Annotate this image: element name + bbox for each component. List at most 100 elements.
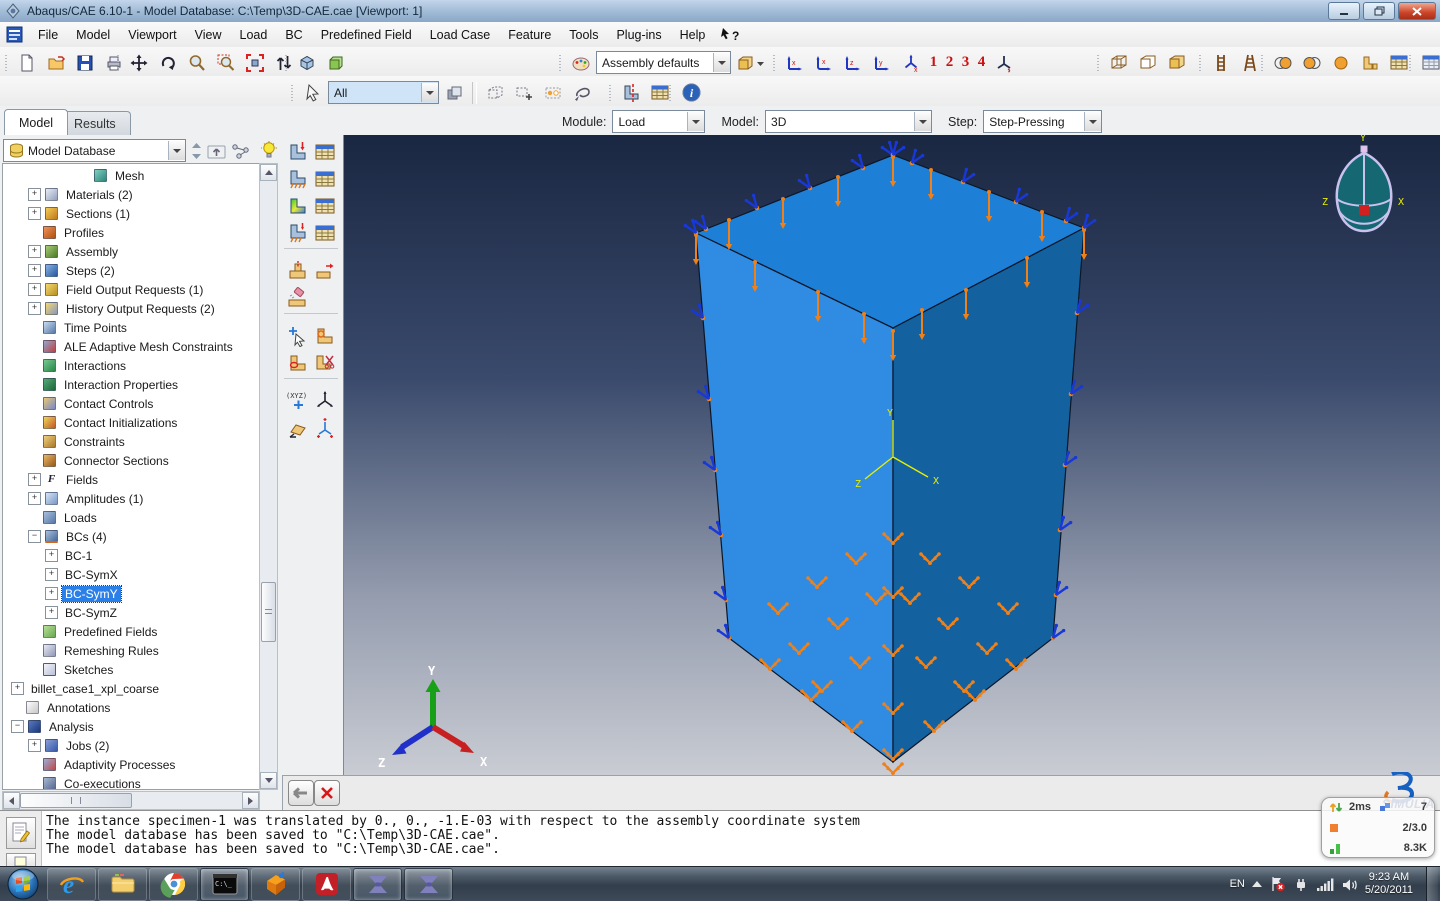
tree-item-label[interactable]: Sections (1) — [63, 206, 133, 222]
tree-item-label[interactable]: Sketches — [61, 662, 116, 678]
tree-item-label[interactable]: Materials (2) — [63, 187, 136, 203]
model-tree[interactable]: Mesh+Materials (2)+Sections (1)Profiles+… — [2, 163, 260, 790]
toolbar-grip[interactable] — [290, 83, 294, 103]
menu-tools[interactable]: Tools — [560, 25, 607, 45]
tree-item-label[interactable]: BC-1 — [62, 548, 95, 564]
tree-item-label[interactable]: Loads — [61, 510, 100, 526]
toolbar-grip[interactable] — [1260, 53, 1264, 73]
fit-view-button[interactable] — [241, 49, 269, 76]
tree-item-label[interactable]: Connector Sections — [61, 453, 172, 469]
tree-item-label[interactable]: Contact Controls — [61, 396, 156, 412]
tree-item-amplitudes-1[interactable]: +Amplitudes (1) — [3, 489, 259, 508]
menu-bc[interactable]: BC — [276, 25, 311, 45]
tree-item-co-executions[interactable]: Co-executions — [3, 774, 259, 790]
tree-item-sketches[interactable]: Sketches — [3, 660, 259, 679]
tree-item-mesh[interactable]: Mesh — [3, 166, 259, 185]
minimize-button[interactable] — [1328, 2, 1360, 20]
power-plug-icon[interactable] — [1293, 876, 1309, 892]
tree-item-label[interactable]: BCs (4) — [63, 529, 110, 545]
expand-toggle[interactable]: + — [28, 473, 41, 486]
step-combobox[interactable]: Step-Pressing — [983, 110, 1102, 133]
tree-item-label[interactable]: BC-SymZ — [62, 605, 120, 621]
taskbar-clock[interactable]: 9:23 AM 5/20/2011 — [1365, 871, 1413, 897]
model-combobox[interactable]: 3D — [765, 110, 932, 133]
view-2-button[interactable]: 2 — [942, 54, 957, 71]
menu-view[interactable]: View — [186, 25, 231, 45]
scroll-left-button[interactable] — [3, 792, 20, 809]
language-indicator[interactable]: EN — [1230, 878, 1245, 890]
network-signal-icon[interactable] — [1316, 877, 1334, 892]
create-cut-button[interactable] — [617, 79, 645, 106]
tree-item-label[interactable]: Interaction Properties — [61, 377, 181, 393]
shaded-render-button[interactable] — [1163, 49, 1191, 76]
tree-item-label[interactable]: BC-SymX — [62, 567, 121, 583]
toolbar-grip[interactable] — [1408, 53, 1412, 73]
tree-item-bc-symx[interactable]: + BC-SymX — [3, 565, 259, 584]
tree-item-label[interactable]: billet_case1_xpl_coarse — [28, 681, 162, 697]
start-button[interactable] — [0, 867, 46, 901]
taskbar-adobe-reader-button[interactable] — [302, 868, 351, 901]
tree-database-combobox[interactable]: Model Database — [3, 139, 186, 162]
magnify-view-button[interactable] — [183, 49, 211, 76]
rotate-view-button[interactable] — [154, 49, 182, 76]
display-group-button[interactable] — [1356, 49, 1384, 76]
tree-item-history-output-requests-2[interactable]: +History Output Requests (2) — [3, 299, 259, 318]
create-bc-button[interactable] — [284, 165, 311, 192]
combo-caret[interactable] — [421, 83, 438, 102]
new-model-button[interactable] — [13, 49, 41, 76]
combo-caret[interactable] — [1084, 112, 1101, 131]
folder-up-icon[interactable] — [207, 142, 227, 160]
create-csys-axes-button[interactable] — [311, 387, 338, 414]
edit-mesh-button[interactable] — [284, 284, 311, 311]
expand-toggle[interactable]: + — [28, 188, 41, 201]
tree-item-label[interactable]: Adaptivity Processes — [61, 757, 178, 773]
taskbar-chrome-button[interactable] — [149, 868, 198, 901]
tree-horizontal-scrollbar[interactable] — [2, 791, 260, 810]
combo-caret[interactable] — [713, 53, 730, 72]
custom-views-button[interactable] — [990, 49, 1018, 76]
tree-item-bc-1[interactable]: +BC-1 — [3, 546, 259, 565]
lasso-select-button[interactable] — [568, 79, 596, 106]
tree-item-label[interactable]: Field Output Requests (1) — [63, 282, 206, 298]
expand-toggle[interactable]: + — [45, 568, 58, 581]
tree-item-label[interactable]: Steps (2) — [63, 263, 118, 279]
tree-item-label[interactable]: Assembly — [63, 244, 121, 260]
node-select-button[interactable] — [539, 79, 567, 106]
cancel-prompt-button[interactable] — [314, 780, 340, 806]
replace-displayed-button[interactable] — [1269, 49, 1297, 76]
tree-item-analysis[interactable]: −Analysis — [3, 717, 259, 736]
toolbar-grip[interactable] — [1096, 53, 1100, 73]
taskbar-abaqus-2-button[interactable] — [404, 868, 453, 901]
toolbar-grip[interactable] — [668, 83, 672, 103]
view-3-button[interactable]: 3 — [958, 54, 973, 71]
message-area-tab-button[interactable] — [6, 817, 36, 849]
tree-item-label[interactable]: Predefined Fields — [61, 624, 160, 640]
tree-item-assembly[interactable]: +Assembly — [3, 242, 259, 261]
menu-load-case[interactable]: Load Case — [421, 25, 499, 45]
tab-results[interactable]: Results — [59, 111, 131, 135]
tree-item-fields[interactable]: +FFields — [3, 470, 259, 489]
datum-axis-button[interactable] — [284, 349, 311, 376]
network-monitor-widget[interactable]: 2ms 7 2/3.0 8.3K — [1321, 797, 1435, 858]
combo-caret[interactable] — [687, 112, 704, 131]
open-model-button[interactable] — [42, 49, 70, 76]
load-case-manager-button[interactable] — [311, 219, 338, 246]
tree-item-time-points[interactable]: Time Points — [3, 318, 259, 337]
load-manager-button[interactable] — [311, 138, 338, 165]
toolbar-grip[interactable] — [1198, 53, 1202, 73]
color-code-combobox[interactable]: Assembly defaults — [596, 51, 731, 74]
save-model-button[interactable] — [71, 49, 99, 76]
tree-item-constraints[interactable]: Constraints — [3, 432, 259, 451]
action-center-flag-icon[interactable] — [1269, 876, 1286, 892]
expand-toggle[interactable]: + — [11, 682, 24, 695]
selection-filter-combobox[interactable]: All — [328, 81, 439, 104]
toolbar-grip[interactable] — [4, 53, 8, 73]
tree-item-label[interactable]: ALE Adaptive Mesh Constraints — [61, 339, 236, 355]
color-code-button[interactable] — [567, 49, 595, 76]
menu-model[interactable]: Model — [67, 25, 119, 45]
taskbar-orange-box-app-button[interactable] — [251, 868, 300, 901]
tree-item-interactions[interactable]: Interactions — [3, 356, 259, 375]
rectangle-select-button[interactable] — [510, 79, 538, 106]
render-beam-profiles-button[interactable] — [1207, 49, 1235, 76]
bc-manager-button[interactable] — [311, 165, 338, 192]
